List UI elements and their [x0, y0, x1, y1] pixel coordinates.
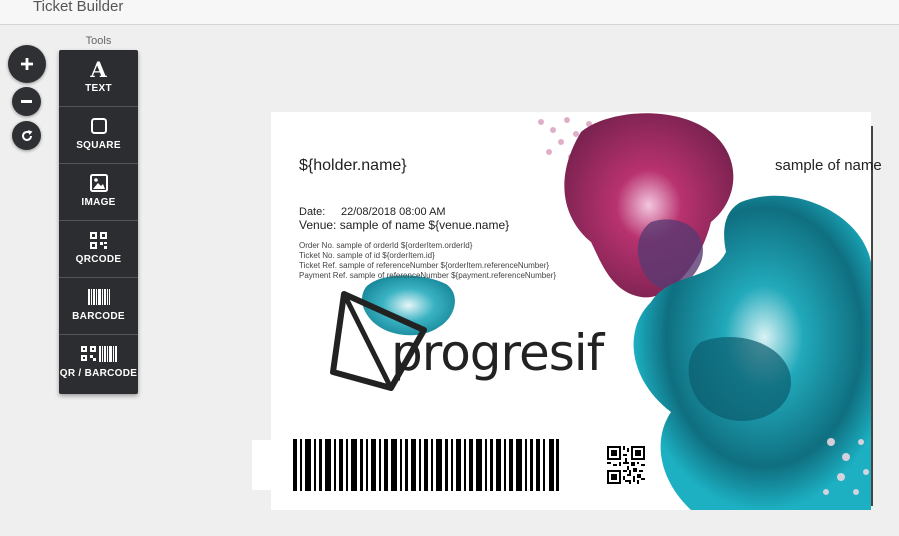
qrcode-element[interactable] — [607, 446, 645, 484]
venue-field[interactable]: Venue: sample of name ${venue.name} — [299, 218, 509, 232]
logo-text: progresif — [391, 324, 604, 382]
minus-icon — [21, 100, 32, 103]
tool-square-label: SQUARE — [76, 140, 121, 151]
app-title: Ticket Builder — [33, 0, 124, 15]
tool-square[interactable]: SQUARE — [59, 107, 138, 164]
tool-text-label: TEXT — [85, 83, 112, 94]
qrcode-icon — [59, 228, 138, 252]
plus-icon — [21, 58, 33, 70]
order-no-field[interactable]: Order No. sample of orderId ${orderItem.… — [299, 241, 472, 250]
tool-text[interactable]: A TEXT — [59, 50, 138, 107]
tool-qrcode[interactable]: QRCODE — [59, 221, 138, 278]
barcode-element[interactable] — [293, 439, 559, 491]
progresif-logo[interactable]: progresif — [329, 290, 604, 400]
square-icon — [59, 114, 138, 138]
tool-image-label: IMAGE — [81, 197, 116, 208]
toolbox: A TEXT SQUARE IMAGE QRCODE BARCODE QR / … — [59, 50, 138, 394]
canvas-right-edge — [871, 126, 873, 506]
tools-label: Tools — [85, 35, 112, 47]
tool-barcode[interactable]: BARCODE — [59, 278, 138, 335]
top-bar: Ticket Builder — [0, 0, 899, 25]
qr-barcode-icon — [59, 342, 138, 366]
holder-name-field[interactable]: ${holder.name} — [299, 157, 407, 175]
ticket-no-field[interactable]: Ticket No. sample of id ${orderItem.id} — [299, 251, 435, 260]
reset-zoom-button[interactable] — [12, 121, 41, 150]
zoom-out-button[interactable] — [12, 87, 41, 116]
tool-image[interactable]: IMAGE — [59, 164, 138, 221]
ticket-ref-field[interactable]: Ticket Ref. sample of referenceNumber ${… — [299, 261, 549, 270]
sample-name-field[interactable]: sample of name — [775, 157, 882, 174]
text-icon: A — [90, 56, 107, 82]
barcode-icon — [59, 285, 138, 309]
tool-qr-barcode[interactable]: QR / BARCODE — [59, 335, 138, 391]
payment-ref-field[interactable]: Payment Ref. sample of referenceNumber $… — [299, 271, 556, 280]
tool-qr-barcode-label: QR / BARCODE — [59, 368, 138, 379]
image-icon — [59, 171, 138, 195]
date-label[interactable]: Date: — [299, 206, 325, 218]
zoom-in-button[interactable] — [8, 45, 46, 83]
tool-qrcode-label: QRCODE — [75, 254, 122, 265]
refresh-icon — [21, 129, 32, 141]
date-value[interactable]: 22/08/2018 08:00 AM — [341, 206, 446, 218]
tool-barcode-label: BARCODE — [72, 311, 125, 322]
